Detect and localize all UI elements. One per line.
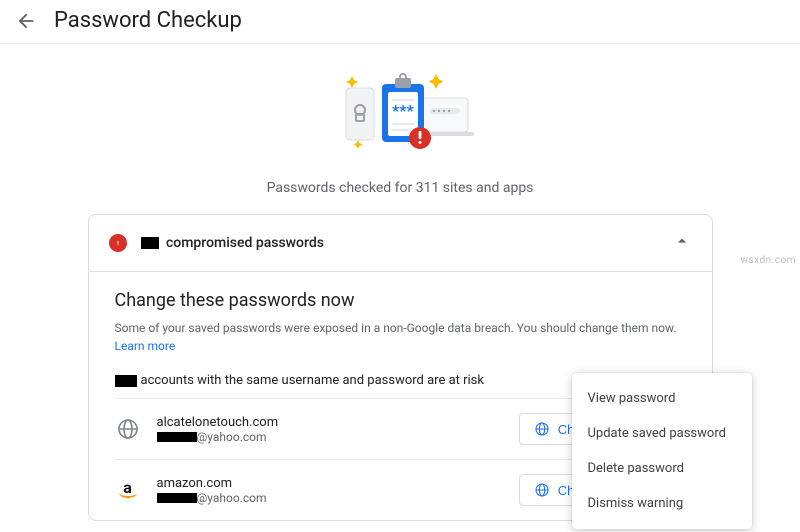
redacted-count	[141, 237, 159, 249]
compromised-heading: Change these passwords now	[115, 290, 686, 311]
svg-text:***: ***	[392, 101, 415, 120]
learn-more-link[interactable]: Learn more	[115, 339, 176, 353]
page-title: Password Checkup	[54, 8, 242, 33]
compromised-section-header[interactable]: compromised passwords	[89, 215, 712, 272]
compromised-title: compromised passwords	[141, 235, 672, 251]
menu-update-password[interactable]: Update saved password	[572, 416, 752, 451]
chevron-up-icon	[672, 231, 692, 255]
hero-illustration: ***	[120, 68, 680, 164]
compromised-card: compromised passwords Change these passw…	[88, 214, 713, 521]
row-username: @yahoo.com	[157, 430, 519, 444]
watermark: wsxdn.com	[740, 255, 796, 266]
row-site: amazon.com	[157, 476, 519, 491]
redacted-count	[115, 375, 137, 387]
menu-delete-password[interactable]: Delete password	[572, 451, 752, 486]
back-button[interactable]	[14, 9, 38, 33]
hero-caption: Passwords checked for 311 sites and apps	[120, 180, 680, 196]
menu-dismiss-warning[interactable]: Dismiss warning	[572, 486, 752, 521]
globe-icon	[115, 416, 141, 442]
redacted-username	[157, 493, 197, 503]
row-context-menu: View password Update saved password Dele…	[572, 373, 752, 529]
row-site: alcatelonetouch.com	[157, 415, 519, 430]
compromised-description: Some of your saved passwords were expose…	[115, 319, 686, 355]
redacted-username	[157, 432, 197, 442]
row-username: @yahoo.com	[157, 491, 519, 505]
alert-icon	[109, 234, 127, 252]
menu-view-password[interactable]: View password	[572, 381, 752, 416]
amazon-icon: a	[115, 477, 141, 503]
